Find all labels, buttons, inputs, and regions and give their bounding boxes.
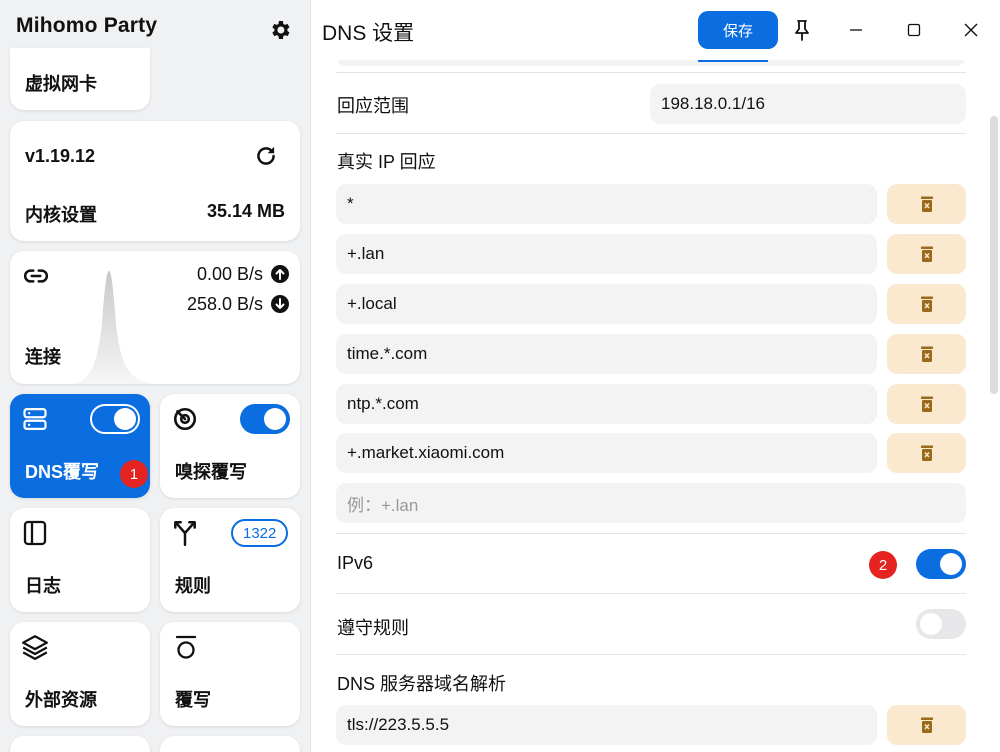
ipv6-toggle[interactable] <box>916 549 966 579</box>
trash-icon <box>920 196 933 212</box>
annotation-badge-1: 1 <box>120 460 148 488</box>
page-title: DNS 设置 <box>322 22 415 45</box>
connections-label: 连接 <box>25 347 61 367</box>
real-ip-item[interactable]: time.*.com <box>336 334 877 374</box>
sidebar-card-partial[interactable] <box>160 736 300 752</box>
arrow-up-circle-icon <box>270 264 290 288</box>
clipped-input <box>336 60 966 66</box>
trash-icon <box>920 246 933 262</box>
divider <box>336 593 966 594</box>
delete-button[interactable] <box>887 705 966 745</box>
divider <box>336 72 966 73</box>
save-button[interactable]: 保存 <box>698 11 778 49</box>
trash-icon <box>920 396 933 412</box>
external-resources-card[interactable]: 外部资源 <box>10 622 150 726</box>
core-settings-label: 内核设置 <box>25 205 97 225</box>
traffic-graph <box>70 271 160 384</box>
override-card[interactable]: 覆写 <box>160 622 300 726</box>
logs-card[interactable]: 日志 <box>10 508 150 612</box>
maximize-icon[interactable] <box>899 15 929 45</box>
minimize-icon[interactable] <box>841 15 871 45</box>
refresh-icon[interactable] <box>253 143 279 173</box>
delete-button[interactable] <box>887 384 966 424</box>
connections-card[interactable]: 0.00 B/s 258.0 B/s 连接 <box>10 251 300 384</box>
sidebar-card-partial[interactable] <box>10 736 150 752</box>
upload-speed: 0.00 B/s <box>196 264 263 284</box>
git-fork-icon <box>172 519 198 551</box>
delete-button[interactable] <box>887 433 966 473</box>
response-range-input[interactable]: 198.18.0.1/16 <box>650 84 966 124</box>
trash-icon <box>920 445 933 461</box>
real-ip-item[interactable]: +.lan <box>336 234 877 274</box>
tun-card[interactable]: 虚拟网卡 <box>10 48 150 110</box>
sidebar-panel-icon <box>23 520 47 550</box>
real-ip-new-input[interactable]: 例：+.lan <box>336 483 966 523</box>
override-icon <box>174 634 198 664</box>
radar-icon <box>172 406 198 436</box>
trash-icon <box>920 296 933 312</box>
server-resolution-label: DNS 服务器域名解析 <box>337 674 507 694</box>
respect-rules-toggle[interactable] <box>916 609 966 639</box>
real-ip-item[interactable]: * <box>336 184 877 224</box>
dns-override-toggle[interactable] <box>90 404 140 434</box>
divider <box>336 133 966 134</box>
pin-icon[interactable] <box>787 15 817 45</box>
memory-usage: 35.14 MB <box>206 201 285 221</box>
delete-button[interactable] <box>887 284 966 324</box>
rules-label: 规则 <box>175 576 211 596</box>
override-label: 覆写 <box>175 690 211 710</box>
main-panel: DNS 设置 保存 回应范围 198.18.0.1/16 真实 IP 回应 * … <box>312 0 1000 752</box>
dns-override-label: DNS覆写 <box>25 462 100 482</box>
real-ip-item[interactable]: ntp.*.com <box>336 384 877 424</box>
trash-icon <box>920 346 933 362</box>
clipped-tab-accent <box>698 60 768 62</box>
dns-override-card[interactable]: DNS覆写 1 <box>10 394 150 498</box>
link-icon <box>23 263 49 293</box>
sniff-override-toggle[interactable] <box>240 404 290 434</box>
layers-icon <box>21 634 49 664</box>
divider <box>336 533 966 534</box>
core-version: v1.19.12 <box>25 146 96 166</box>
real-ip-item[interactable]: +.local <box>336 284 877 324</box>
server-resolution-item[interactable]: tls://223.5.5.5 <box>336 705 877 745</box>
title-bar: DNS 设置 保存 <box>312 0 1000 60</box>
divider <box>336 654 966 655</box>
annotation-badge-2: 2 <box>869 551 897 579</box>
trash-icon <box>920 717 933 733</box>
sidebar: Mihomo Party 虚拟网卡 v1.19.12 内核设置 35.14 MB <box>0 0 311 752</box>
sniff-override-card[interactable]: 嗅探覆写 <box>160 394 300 498</box>
scrollbar[interactable] <box>990 116 998 394</box>
logs-label: 日志 <box>25 576 61 596</box>
close-icon[interactable] <box>956 15 986 45</box>
respect-rules-label: 遵守规则 <box>337 618 409 638</box>
response-range-label: 回应范围 <box>337 96 409 116</box>
arrow-down-circle-icon <box>270 294 290 318</box>
ipv6-label: IPv6 <box>337 553 374 573</box>
delete-button[interactable] <box>887 184 966 224</box>
rules-card[interactable]: 1322 规则 <box>160 508 300 612</box>
core-card[interactable]: v1.19.12 内核设置 35.14 MB <box>10 121 300 241</box>
rules-count-badge: 1322 <box>231 519 289 547</box>
gear-icon[interactable] <box>266 16 294 44</box>
app-title: Mihomo Party <box>16 14 158 37</box>
download-speed: 258.0 B/s <box>186 294 263 314</box>
server-icon <box>21 405 49 437</box>
real-ip-item[interactable]: +.market.xiaomi.com <box>336 433 877 473</box>
dns-settings-content: 回应范围 198.18.0.1/16 真实 IP 回应 * +.lan +.lo… <box>336 60 966 752</box>
delete-button[interactable] <box>887 234 966 274</box>
sniff-override-label: 嗅探覆写 <box>175 462 247 482</box>
external-resources-label: 外部资源 <box>25 690 97 710</box>
delete-button[interactable] <box>887 334 966 374</box>
tun-card-label: 虚拟网卡 <box>25 74 97 94</box>
real-ip-label: 真实 IP 回应 <box>337 152 436 172</box>
